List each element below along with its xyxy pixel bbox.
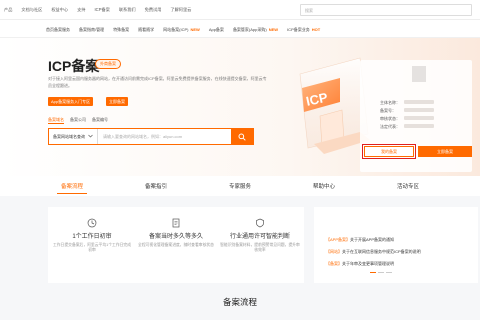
card-label-status: 审核状态：	[380, 116, 400, 121]
subnav-website-icp-label: 网站备案(ICP)	[163, 26, 189, 32]
feature-title: 行业通用许可智能判断	[229, 234, 290, 240]
feature-desc: 工作日提交备案后，阿里云平均1个工作日完成初审	[52, 243, 132, 252]
news-text: 关于年审及变更事项管理说明	[342, 261, 394, 266]
card-label-number: 备案号：	[380, 108, 396, 113]
start-filing-tag-button[interactable]: 立即备案	[106, 97, 128, 106]
feature-desc: 全程可视化管理备案进度，随时查看审核状态	[138, 243, 214, 247]
feature-title: 1个工作日初审	[72, 234, 112, 240]
domain-search-input[interactable]: 请输入要查询的网站域名，例如：aliyun.com	[98, 134, 231, 140]
subnav-manager[interactable]: 备案管家(App采购) NEW	[233, 27, 278, 33]
top-item-about[interactable]: 了解阿里云	[170, 7, 191, 13]
nav-help[interactable]: 帮助中心	[309, 180, 339, 194]
chevron-down-icon	[88, 134, 93, 139]
top-item-benefits[interactable]: 权益中心	[51, 7, 68, 13]
subnav-business[interactable]: ICP备案业务 HOT	[287, 27, 320, 33]
top-item-support[interactable]: 支持	[77, 7, 85, 13]
query-type-select[interactable]: 备案网站域名查询	[49, 129, 98, 144]
feature-title: 备案当时多久等多久	[148, 234, 203, 240]
subnav-business-label: ICP备案业务	[287, 26, 310, 32]
app-icp-entry-button[interactable]: App备案服务入门专区	[48, 97, 94, 106]
subnav-manager-label: 备案管家(App采购)	[232, 26, 267, 32]
news-item[interactable]: 【APP备案】关于开展APP备案的通知	[326, 237, 394, 243]
subnav-home[interactable]: 首页备案服务	[46, 27, 70, 33]
card-label-legal: 法定代表：	[380, 124, 400, 129]
carousel-dot[interactable]	[386, 272, 392, 273]
card-label-subject: 主体名称：	[380, 100, 400, 105]
news-tag: 【网站】	[326, 249, 342, 254]
top-item-icp[interactable]: ICP备案	[95, 7, 110, 13]
search-icon	[238, 128, 246, 146]
nav-expert[interactable]: 专家服务	[225, 180, 255, 194]
highlight-box	[362, 144, 416, 159]
carousel-dot[interactable]	[378, 272, 384, 273]
main-nav: 备案流程 备案指引 专家服务 帮助中心 活动专区	[0, 180, 480, 194]
news-item[interactable]: 【网站】关于在互联网信息服务中规范ICP备案的说明	[326, 249, 421, 255]
news-item[interactable]: 【备案】关于年审及变更事项管理说明	[326, 261, 394, 267]
card-value-status	[404, 116, 434, 120]
query-type-label: 备案网站域名查询	[53, 133, 85, 139]
carousel-dot[interactable]	[370, 272, 376, 273]
start-filing-button[interactable]: 立即备案	[418, 146, 472, 157]
hero-description: 对于接入阿里云国内服务器的网站，在开通访问前需完成ICP备案。阿里云免费提供备案…	[48, 76, 267, 88]
subnav-learn[interactable]: 随看随学	[138, 27, 154, 33]
avatar	[412, 66, 426, 82]
subnav-website-icp[interactable]: 网站备案(ICP) NEW	[163, 27, 200, 33]
subnav-special[interactable]: 特殊备案	[113, 27, 129, 33]
card-value-subject	[404, 100, 434, 104]
shield-icon	[255, 215, 265, 228]
subnav-app[interactable]: App备案	[209, 27, 224, 33]
clock-icon	[87, 215, 97, 228]
search-button[interactable]	[231, 129, 253, 144]
subnav-guide[interactable]: 备案指南/管理	[79, 27, 104, 33]
section-title: 备案流程	[222, 297, 257, 307]
news-tag: 【APP备案】	[326, 237, 351, 242]
top-bar: 产品 文档与社区 权益中心 支持 ICP备案 联系我们 免费试用 了解阿里云 搜…	[0, 0, 480, 20]
tab-domain[interactable]: 备案域名	[48, 117, 64, 124]
news-text: 关于开展APP备案的通知	[350, 237, 395, 242]
feature-item: 备案当时多久等多久 全程可视化管理备案进度，随时查看审核状态	[136, 215, 216, 248]
document-icon	[171, 215, 181, 228]
card-value-number	[404, 108, 434, 112]
new-badge: NEW	[190, 26, 200, 32]
nav-process[interactable]: 备案流程	[56, 180, 87, 194]
top-search-input[interactable]: 搜索	[300, 4, 472, 16]
sub-nav: 首页备案服务 备案指南/管理 特殊备案 随看随学 网站备案(ICP) NEW Ap…	[0, 22, 480, 38]
tab-company[interactable]: 备案公司	[70, 117, 86, 124]
news-panel: 【APP备案】关于开展APP备案的通知 【网站】关于在互联网信息服务中规范ICP…	[314, 207, 478, 283]
feature-item: 1个工作日初审 工作日提交备案后，阿里云平均1个工作日完成初审	[52, 215, 132, 253]
hot-badge: HOT	[311, 26, 321, 32]
feature-item: 行业通用许可智能判断 智能识别备案材料，提前预警常见问题，提升审核效率	[220, 215, 300, 253]
news-tag: 【备案】	[326, 261, 342, 266]
top-item-trial[interactable]: 免费试用	[145, 7, 162, 13]
carousel-dots[interactable]	[370, 272, 394, 273]
tab-number[interactable]: 备案编号	[92, 117, 108, 124]
nav-activity[interactable]: 活动专区	[393, 180, 423, 194]
foreign-badge[interactable]: 外商备案	[95, 59, 121, 69]
features-panel: 1个工作日初审 工作日提交备案后，阿里云平均1个工作日完成初审 备案当时多久等多…	[48, 207, 304, 283]
top-item-products[interactable]: 产品	[4, 7, 12, 13]
icp-search-box: 备案网站域名查询 请输入要查询的网站域名，例如：aliyun.com	[48, 128, 254, 145]
card-value-legal	[404, 124, 434, 128]
top-item-contact[interactable]: 联系我们	[119, 7, 136, 13]
feature-desc: 智能识别备案材料，提前预警常见问题，提升审核效率	[220, 243, 300, 252]
search-tabs: 备案域名 备案公司 备案编号	[48, 117, 114, 124]
nav-guide[interactable]: 备案指引	[141, 180, 171, 194]
top-item-docs[interactable]: 文档与社区	[21, 7, 42, 13]
new-badge-2: NEW	[268, 26, 279, 32]
page-title: ICP备案	[48, 58, 100, 74]
news-text: 关于在互联网信息服务中规范ICP备案的说明	[342, 249, 421, 254]
